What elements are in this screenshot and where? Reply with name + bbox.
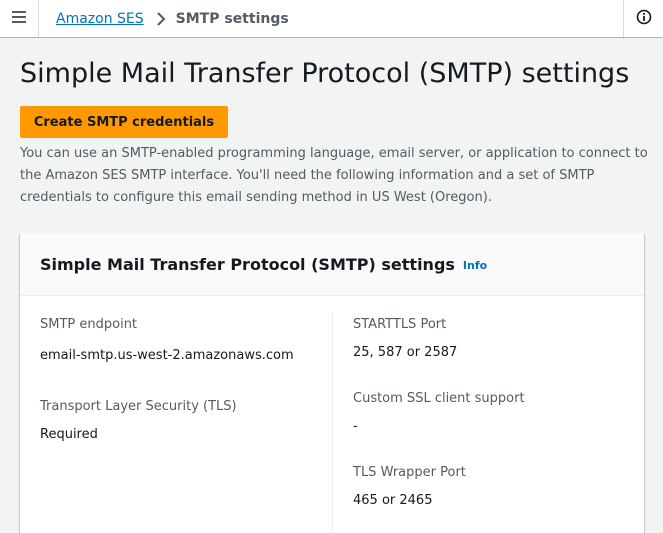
menu-button[interactable]	[0, 0, 39, 37]
create-smtp-credentials-button[interactable]: Create SMTP credentials	[20, 106, 228, 138]
panel-header: Simple Mail Transfer Protocol (SMTP) set…	[20, 233, 644, 296]
custom-ssl-value: -	[353, 419, 358, 434]
custom-ssl-label: Custom SSL client support	[353, 391, 525, 406]
page-description: You can use an SMTP-enabled programming …	[20, 146, 648, 205]
breadcrumb-link-amazon-ses[interactable]: Amazon SES	[56, 11, 144, 27]
smtp-endpoint-value: email-smtp.us-west-2.amazonaws.com	[40, 348, 294, 363]
tls-value: Required	[40, 427, 98, 442]
smtp-endpoint-label: SMTP endpoint	[40, 317, 138, 332]
column-divider	[332, 313, 333, 533]
panel-title: Simple Mail Transfer Protocol (SMTP) set…	[40, 254, 455, 274]
starttls-port-label: STARTTLS Port	[353, 317, 447, 332]
info-circle-icon	[636, 9, 652, 29]
smtp-settings-panel: Simple Mail Transfer Protocol (SMTP) set…	[20, 233, 644, 533]
tls-wrapper-port-label: TLS Wrapper Port	[353, 465, 466, 480]
tls-label: Transport Layer Security (TLS)	[40, 399, 237, 414]
chevron-right-icon	[156, 11, 166, 26]
tls-wrapper-port-value: 465 or 2465	[353, 493, 433, 508]
breadcrumb-current-page: SMTP settings	[175, 10, 289, 27]
hamburger-menu-icon	[11, 9, 27, 28]
help-panel-button[interactable]	[623, 0, 663, 37]
page-title: Simple Mail Transfer Protocol (SMTP) set…	[20, 58, 630, 89]
info-link[interactable]: Info	[463, 259, 487, 272]
breadcrumb: Amazon SES SMTP settings	[56, 0, 289, 37]
top-navigation-bar: Amazon SES SMTP settings	[0, 0, 663, 38]
starttls-port-value: 25, 587 or 2587	[353, 345, 458, 360]
